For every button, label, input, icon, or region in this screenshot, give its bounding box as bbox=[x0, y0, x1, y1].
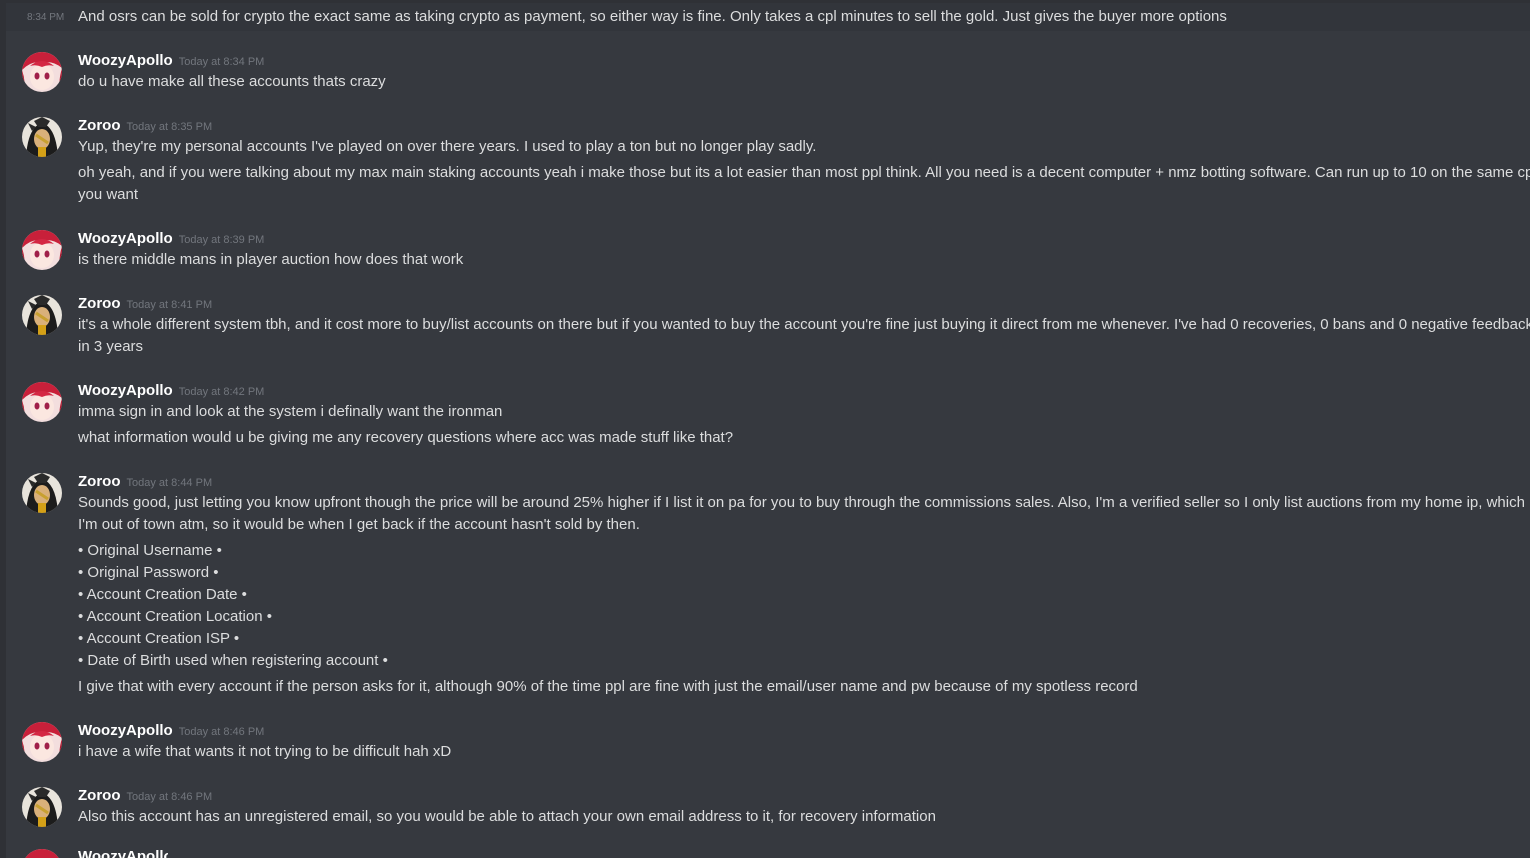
message-text: i have a wife that wants it not trying t… bbox=[78, 743, 452, 760]
message-text: oh yeah, and if you were talking about m… bbox=[78, 164, 1530, 181]
list-item: • Account Creation Date • bbox=[78, 586, 247, 603]
list-item: • Account Creation ISP • bbox=[78, 630, 240, 647]
message-header: WoozyApollo Today at 8:42 PM bbox=[78, 382, 264, 402]
message-text: I give that with every account if the pe… bbox=[78, 678, 1138, 695]
timestamp: Today at 8:44 PM bbox=[126, 477, 213, 489]
list-item: • Account Creation Location • bbox=[78, 608, 272, 625]
username[interactable]: WoozyApollo bbox=[78, 722, 173, 739]
message-text: you want bbox=[78, 186, 139, 203]
username[interactable]: WoozyApollo bbox=[78, 52, 173, 69]
timestamp: Today at 8:46 PM bbox=[126, 791, 213, 803]
message-text: And osrs can be sold for crypto the exac… bbox=[78, 8, 1227, 25]
list-item: • Original Password • bbox=[78, 564, 219, 581]
anime-girl-avatar[interactable] bbox=[22, 230, 62, 270]
message-header: Zoroo Today at 8:44 PM bbox=[78, 473, 212, 493]
anime-girl-avatar[interactable] bbox=[22, 382, 62, 422]
continuation-message[interactable]: 8:34 PM And osrs can be sold for crypto … bbox=[6, 3, 1530, 31]
message-text: do u have make all these accounts thats … bbox=[78, 73, 386, 90]
list-item: • Original Username • bbox=[78, 542, 222, 559]
username[interactable]: Zoroo bbox=[78, 787, 121, 804]
message-text: is there middle mans in player auction h… bbox=[78, 251, 464, 268]
message-header: WoozyApollo Today at 8:34 PM bbox=[78, 52, 264, 72]
list-item: • Date of Birth used when registering ac… bbox=[78, 652, 388, 669]
anime-character-avatar[interactable] bbox=[22, 117, 62, 157]
username[interactable]: Zoroo bbox=[78, 117, 121, 134]
timestamp: Today at 8:34 PM bbox=[178, 56, 265, 68]
message-text: Sounds good, just letting you know upfro… bbox=[78, 494, 1525, 511]
anime-character-avatar[interactable] bbox=[22, 787, 62, 827]
anime-girl-avatar[interactable] bbox=[22, 722, 62, 762]
timestamp: Today at 8:46 PM bbox=[178, 726, 265, 738]
message-header: WoozyApollo Today at 8:46 PM bbox=[78, 722, 264, 742]
timestamp: Today at 8:42 PM bbox=[178, 386, 265, 398]
username[interactable]: WoozyApollo bbox=[78, 848, 168, 858]
chat-messages[interactable]: 8:34 PM And osrs can be sold for crypto … bbox=[6, 0, 1530, 858]
partial-username: WoozyApollo bbox=[78, 848, 168, 858]
username[interactable]: WoozyApollo bbox=[78, 382, 173, 399]
message-time: 8:34 PM bbox=[27, 12, 65, 23]
message-text: what information would u be giving me an… bbox=[78, 429, 734, 446]
anime-character-avatar[interactable] bbox=[22, 473, 62, 513]
message-text: Also this account has an unregistered em… bbox=[78, 808, 936, 825]
message-header: Zoroo Today at 8:35 PM bbox=[78, 117, 212, 137]
message-header: Zoroo Today at 8:41 PM bbox=[78, 295, 212, 315]
username[interactable]: Zoroo bbox=[78, 295, 121, 312]
message-text: I'm out of town atm, so it would be when… bbox=[78, 516, 640, 533]
message-text: it's a whole different system tbh, and i… bbox=[78, 316, 1530, 333]
username[interactable]: Zoroo bbox=[78, 473, 121, 490]
timestamp: Today at 8:39 PM bbox=[178, 234, 265, 246]
message-header: WoozyApollo Today at 8:39 PM bbox=[78, 230, 264, 250]
anime-girl-avatar[interactable] bbox=[22, 52, 62, 92]
message-text: Yup, they're my personal accounts I've p… bbox=[78, 138, 817, 155]
username[interactable]: WoozyApollo bbox=[78, 230, 173, 247]
message-header: Zoroo Today at 8:46 PM bbox=[78, 787, 212, 807]
message-text: imma sign in and look at the system i de… bbox=[78, 403, 503, 420]
anime-character-avatar[interactable] bbox=[22, 295, 62, 335]
message-text: in 3 years bbox=[78, 338, 144, 355]
timestamp: Today at 8:41 PM bbox=[126, 299, 213, 311]
timestamp: Today at 8:35 PM bbox=[126, 121, 213, 133]
